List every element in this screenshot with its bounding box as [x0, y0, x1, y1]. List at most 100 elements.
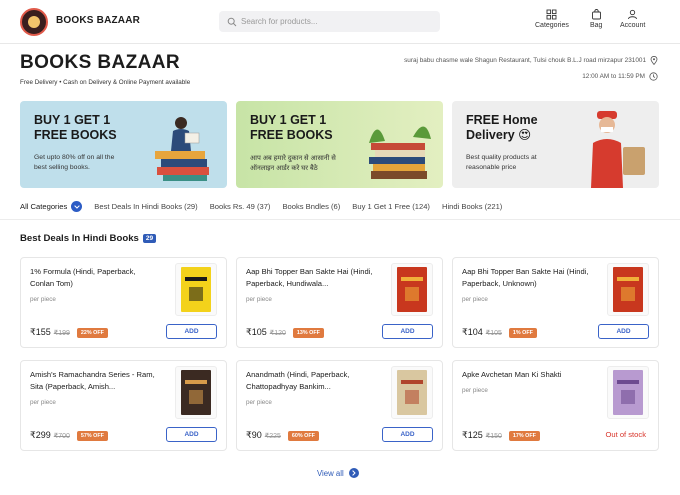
user-icon	[628, 9, 638, 20]
product-name[interactable]: Anandmath (Hindi, Paperback, Chattopadhy…	[246, 369, 374, 393]
add-to-bag-button[interactable]: ADD	[166, 427, 217, 442]
product-card[interactable]: Aap Bhi Topper Ban Sakte Hai (Hindi, Pap…	[236, 257, 443, 348]
discount-badge: 1% OFF	[508, 327, 537, 338]
price-row: ₹105 ₹120 13% OFF	[246, 327, 324, 338]
banner-title: FREE Home Delivery 😍	[466, 113, 538, 142]
tab-books-rs-49[interactable]: Books Rs. 49 (37)	[210, 202, 271, 211]
out-of-stock-label: Out of stock	[605, 430, 646, 439]
product-image[interactable]	[175, 263, 217, 316]
top-bar: BOOKS BAZAAR Categories Bag Account	[0, 0, 680, 44]
discount-badge: 60% OFF	[287, 430, 319, 441]
product-image[interactable]	[607, 366, 649, 419]
store-title: BOOKS BAZAAR	[20, 52, 180, 73]
book-cover-image	[397, 267, 427, 312]
brand-name[interactable]: BOOKS BAZAAR	[56, 15, 140, 26]
product-unit: per piece	[462, 296, 488, 303]
product-price: ₹105	[246, 327, 267, 337]
book-cover-image	[613, 267, 643, 312]
tab-best-deals-hindi-books[interactable]: Best Deals In Hindi Books (29)	[94, 202, 197, 211]
search-icon	[227, 17, 237, 26]
promo-banner-delivery[interactable]: FREE Home Delivery 😍 Best quality produc…	[452, 101, 659, 188]
promo-banner-hindi[interactable]: BUY 1 GET 1 FREE BOOKS आप अब हमारे दुकान…	[236, 101, 443, 188]
bag-icon	[591, 9, 601, 20]
view-all-link[interactable]: View all	[317, 468, 359, 478]
search-input[interactable]	[241, 17, 431, 26]
price-row: ₹104 ₹105 1% OFF	[462, 327, 537, 338]
book-cover-image	[181, 370, 211, 415]
promo-banner-bogo[interactable]: BUY 1 GET 1 FREE BOOKS Get upto 80% off …	[20, 101, 227, 188]
chevron-right-icon	[348, 468, 359, 478]
tab-all-categories[interactable]: All Categories	[20, 201, 83, 212]
chevron-down-icon[interactable]	[71, 201, 83, 212]
product-mrp: ₹199	[53, 329, 70, 337]
product-name[interactable]: Amish's Ramachandra Series - Ram, Sita (…	[30, 369, 158, 393]
categories-label: Categories	[535, 22, 569, 29]
product-name[interactable]: Aap Bhi Topper Ban Sakte Hai (Hindi, Pap…	[462, 266, 590, 290]
grid-icon	[546, 9, 557, 20]
product-mrp: ₹120	[269, 329, 286, 337]
tab-buy-1-get-1-free[interactable]: Buy 1 Get 1 Free (124)	[352, 202, 430, 211]
product-unit: per piece	[246, 399, 272, 406]
discount-badge: 57% OFF	[76, 430, 108, 441]
categories-button[interactable]: Categories	[535, 9, 569, 29]
store-hours: 12:00 AM to 11:59 PM	[582, 72, 658, 81]
product-mrp: ₹700	[53, 432, 70, 440]
product-unit: per piece	[246, 296, 272, 303]
product-card[interactable]: Anandmath (Hindi, Paperback, Chattopadhy…	[236, 360, 443, 451]
store-address[interactable]: suraj babu chasme wale Shagun Restaurant…	[404, 56, 658, 65]
address-text: suraj babu chasme wale Shagun Restaurant…	[404, 57, 646, 64]
bag-button[interactable]: Bag	[590, 9, 602, 29]
book-cover-image	[613, 370, 643, 415]
category-tabs: All Categories Best Deals In Hindi Books…	[20, 201, 514, 212]
banner-subtitle: आप अब हमारे दुकान से आसानी से ऑनलाइन आर्…	[250, 155, 336, 172]
book-cover-image	[397, 370, 427, 415]
banner-subtitle: Get upto 80% off on all the best selling…	[34, 154, 115, 171]
tab-hindi-books[interactable]: Hindi Books (221)	[442, 202, 502, 211]
discount-badge: 17% OFF	[508, 430, 540, 441]
product-name[interactable]: Apke Avchetan Man Ki Shakti	[462, 369, 590, 381]
book-stack-illustration	[369, 126, 431, 179]
add-to-bag-button[interactable]: ADD	[382, 324, 433, 339]
bag-label: Bag	[590, 22, 603, 29]
add-to-bag-button[interactable]: ADD	[598, 324, 649, 339]
product-mrp: ₹150	[485, 432, 502, 440]
product-price: ₹104	[462, 327, 483, 337]
delivery-person-illustration	[591, 111, 645, 188]
location-pin-icon	[650, 56, 658, 65]
product-unit: per piece	[30, 399, 56, 406]
view-all-label: View all	[317, 468, 344, 478]
product-card[interactable]: Amish's Ramachandra Series - Ram, Sita (…	[20, 360, 227, 451]
product-card[interactable]: 1% Formula (Hindi, Paperback, Conlan Tom…	[20, 257, 227, 348]
reader-on-books-illustration	[155, 117, 209, 181]
product-card[interactable]: Apke Avchetan Man Ki Shakti per piece ₹125…	[452, 360, 659, 451]
hours-text: 12:00 AM to 11:59 PM	[582, 73, 645, 80]
banner-title: BUY 1 GET 1 FREE BOOKS	[34, 113, 117, 142]
product-image[interactable]	[391, 366, 433, 419]
banner-subtitle: Best quality products at reasonable pric…	[466, 154, 537, 171]
banner-title: BUY 1 GET 1 FREE BOOKS	[250, 113, 333, 142]
tab-books-bundles[interactable]: Books Bndles (6)	[282, 202, 340, 211]
search-bar[interactable]	[219, 11, 440, 32]
product-unit: per piece	[30, 296, 56, 303]
discount-badge: 13% OFF	[292, 327, 324, 338]
account-label: Account	[620, 22, 646, 29]
product-image[interactable]	[175, 366, 217, 419]
product-name[interactable]: 1% Formula (Hindi, Paperback, Conlan Tom…	[30, 266, 158, 290]
product-image[interactable]	[607, 263, 649, 316]
tabs-divider	[0, 219, 680, 220]
product-price: ₹90	[246, 430, 262, 440]
price-row: ₹125 ₹150 17% OFF	[462, 430, 540, 441]
product-price: ₹125	[462, 430, 483, 440]
store-logo[interactable]	[20, 8, 48, 36]
add-to-bag-button[interactable]: ADD	[166, 324, 217, 339]
section-title: Best Deals In Hindi Books	[20, 233, 139, 244]
product-mrp: ₹225	[264, 432, 281, 440]
add-to-bag-button[interactable]: ADD	[382, 427, 433, 442]
product-unit: per piece	[462, 387, 488, 394]
price-row: ₹90 ₹225 60% OFF	[246, 430, 319, 441]
product-name[interactable]: Aap Bhi Topper Ban Sakte Hai (Hindi, Pap…	[246, 266, 374, 290]
product-image[interactable]	[391, 263, 433, 316]
account-button[interactable]: Account	[620, 9, 645, 29]
discount-badge: 22% OFF	[76, 327, 108, 338]
product-card[interactable]: Aap Bhi Topper Ban Sakte Hai (Hindi, Pap…	[452, 257, 659, 348]
